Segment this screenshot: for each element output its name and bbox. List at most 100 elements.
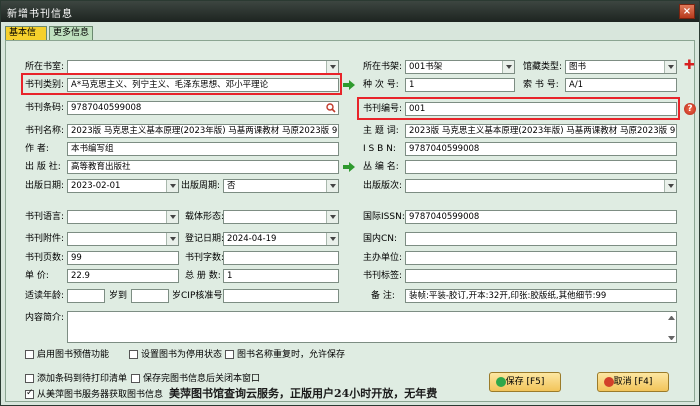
close-after-save-checkbox[interactable]: [131, 374, 140, 383]
media-select[interactable]: [223, 210, 339, 224]
language-select[interactable]: [67, 210, 179, 224]
add-icon[interactable]: ✚: [684, 59, 695, 72]
dialog-window: 新增书刊信息 × 基本信息 更多信息 所在书室: 所在书架: 001书架 馆藏类…: [0, 0, 700, 406]
allow-duplicate-label: 图书名称重复时，允许保存: [237, 350, 346, 360]
close-after-save-label: 保存完图书信息后关闭本窗口: [143, 374, 261, 384]
edition-select[interactable]: [405, 179, 677, 193]
subject-label: 主 题 词:: [363, 126, 399, 136]
arrow-right-icon[interactable]: [343, 80, 355, 90]
enable-preset-checkbox[interactable]: [25, 350, 34, 359]
chevron-down-icon: [326, 180, 338, 192]
note-field[interactable]: 装帧:平装-胶订,开本:32开,印张:胶版纸,其他细节:99: [405, 289, 677, 303]
barcode-label: 书刊条码:: [25, 103, 65, 113]
word-count-field[interactable]: [223, 251, 339, 265]
chevron-down-icon: [664, 61, 676, 73]
allow-duplicate-checkbox[interactable]: [225, 350, 234, 359]
reg-date-label: 登记日期:: [185, 234, 225, 244]
close-button[interactable]: ×: [679, 4, 695, 19]
author-field[interactable]: 本书编写组: [67, 142, 339, 156]
tag-field[interactable]: [405, 269, 677, 283]
isbn-field[interactable]: 9787040599008: [405, 142, 677, 156]
set-disabled-label: 设置图书为停用状态: [141, 350, 223, 360]
pages-label: 书刊页数:: [25, 253, 65, 263]
fetch-server-label: 从美萍图书服务器获取图书信息: [37, 390, 164, 400]
scroll-up-icon[interactable]: [668, 316, 675, 320]
total-copies-field[interactable]: 1: [223, 269, 339, 283]
chevron-down-icon: [326, 233, 338, 245]
reg-date-field[interactable]: 2024-04-19: [223, 232, 339, 246]
chevron-down-icon: [326, 211, 338, 223]
editor-field[interactable]: [405, 160, 677, 174]
reader-age-label: 适读年龄:: [25, 291, 65, 301]
chevron-down-icon: [664, 180, 676, 192]
help-icon[interactable]: ?: [684, 103, 696, 115]
cancel-icon: [604, 377, 614, 387]
copy-no-field[interactable]: 1: [405, 78, 515, 92]
call-no-label: 索 书 号:: [523, 80, 559, 90]
pub-cycle-label: 出版周期:: [181, 181, 221, 191]
attachment-select[interactable]: [67, 232, 179, 246]
chevron-down-icon: [166, 211, 178, 223]
cip-label: 岁CIP核准号:: [172, 291, 226, 301]
copy-no-label: 种 次 号:: [363, 80, 399, 90]
call-no-field[interactable]: A/1: [565, 78, 677, 92]
chevron-down-icon: [166, 180, 178, 192]
age-to-label: 岁到: [109, 291, 128, 301]
set-disabled-checkbox[interactable]: [129, 350, 138, 359]
summary-textarea[interactable]: [67, 311, 677, 343]
save-button-label: 保存 [F5]: [505, 377, 545, 387]
editor-label: 丛 编 名:: [363, 162, 399, 172]
pub-date-field[interactable]: 2023-02-01: [67, 179, 179, 193]
intl-issn-label: 国际ISSN:: [363, 212, 405, 222]
category-label: 书刊类别:: [25, 80, 65, 90]
number-field[interactable]: 001: [405, 102, 677, 116]
barcode-field[interactable]: 9787040599008: [67, 101, 339, 115]
age-to-field[interactable]: [131, 289, 169, 303]
pub-date-label: 出版日期:: [25, 181, 65, 191]
enable-preset-label: 启用图书预借功能: [37, 350, 110, 360]
word-count-label: 书刊字数:: [185, 253, 225, 263]
price-label: 单 价:: [25, 271, 49, 281]
total-copies-label: 总 册 数:: [185, 271, 221, 281]
title-label: 书刊名称:: [25, 126, 65, 136]
title-bar[interactable]: 新增书刊信息 ×: [1, 1, 699, 22]
fetch-server-checkbox[interactable]: [25, 388, 34, 399]
number-label: 书刊编号:: [363, 104, 403, 114]
save-button[interactable]: 保存 [F5]: [489, 372, 561, 392]
publisher-label: 出 版 社:: [25, 162, 61, 172]
category-field[interactable]: A*马克思主义、列宁主义、毛泽东思想、邓小平理论: [67, 78, 339, 92]
tab-basic-info[interactable]: 基本信息: [5, 26, 47, 50]
chevron-down-icon: [326, 61, 338, 73]
scroll-down-icon[interactable]: [668, 336, 675, 340]
subject-field[interactable]: 2023版 马克思主义基本原理(2023年版) 马基两课教材 马原2023版 9…: [405, 124, 677, 138]
age-from-field[interactable]: [67, 289, 105, 303]
sponsor-label: 主办单位:: [363, 253, 403, 263]
intl-issn-field[interactable]: 9787040599008: [405, 210, 677, 224]
media-label: 载体形态:: [185, 212, 225, 222]
tag-label: 书刊标签:: [363, 271, 403, 281]
shelf-select[interactable]: 001书架: [405, 60, 515, 74]
collection-type-select[interactable]: 图书: [565, 60, 677, 74]
pub-cycle-select[interactable]: 否: [223, 179, 339, 193]
tab-more-info[interactable]: 更多信息: [49, 26, 93, 40]
isbn-label: I S B N:: [363, 144, 396, 154]
language-label: 书刊语言:: [25, 212, 65, 222]
domestic-cn-field[interactable]: [405, 232, 677, 246]
sponsor-field[interactable]: [405, 251, 677, 265]
arrow-right-icon[interactable]: [343, 162, 355, 172]
edition-label: 出版版次:: [363, 181, 403, 191]
price-field[interactable]: 22.9: [67, 269, 179, 283]
room-label: 所在书室:: [25, 62, 65, 72]
title-field[interactable]: 2023版 马克思主义基本原理(2023年版) 马基两课教材 马原2023版 9…: [67, 124, 339, 138]
search-icon[interactable]: [326, 103, 336, 113]
attachment-label: 书刊附件:: [25, 234, 65, 244]
shelf-label: 所在书架:: [363, 62, 403, 72]
publisher-field[interactable]: 高等教育出版社: [67, 160, 339, 174]
room-select[interactable]: [67, 60, 339, 74]
add-print-checkbox[interactable]: [25, 374, 34, 383]
domestic-cn-label: 国内CN:: [363, 234, 398, 244]
cip-field[interactable]: [223, 289, 339, 303]
cancel-button[interactable]: 取消 [F4]: [597, 372, 669, 392]
author-label: 作 者:: [25, 144, 49, 154]
pages-field[interactable]: 99: [67, 251, 179, 265]
